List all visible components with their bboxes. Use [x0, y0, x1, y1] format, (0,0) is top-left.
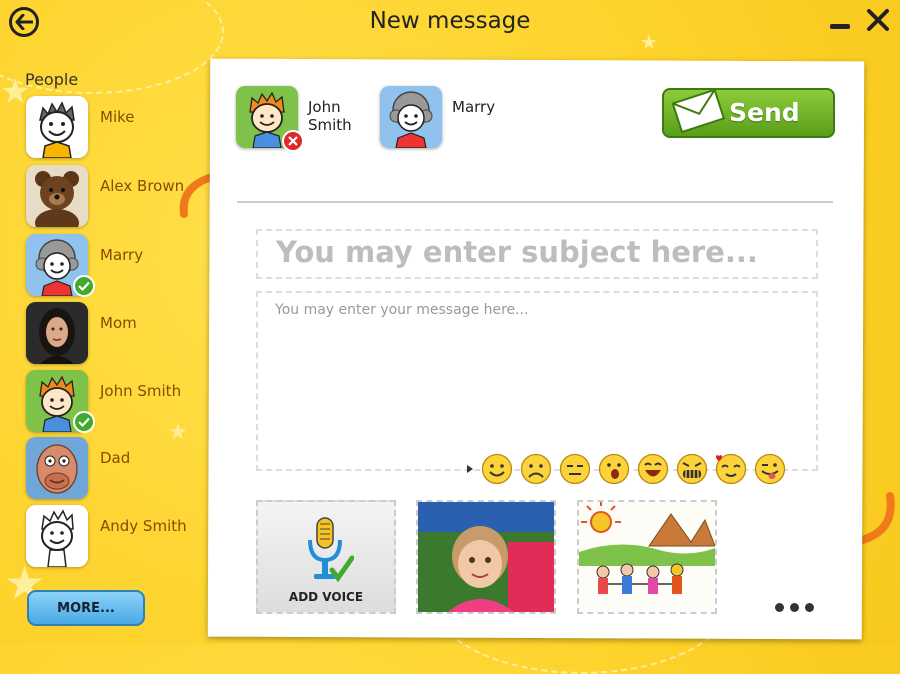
dot-icon [775, 603, 784, 612]
avatar [26, 165, 88, 227]
message-input[interactable]: You may enter your message here... [256, 291, 818, 471]
child-drawing-image [579, 502, 715, 612]
close-icon [867, 9, 889, 31]
sad-emoji-icon[interactable] [520, 453, 552, 485]
person-item-john-smith[interactable]: John Smith [26, 370, 196, 433]
dot-icon [805, 603, 814, 612]
woman-photo-avatar [26, 302, 88, 364]
person-item-mike[interactable]: Mike [26, 96, 196, 158]
person-name: Andy Smith [100, 517, 187, 535]
emoji-picker [465, 452, 793, 486]
add-voice-label: ADD VOICE [288, 590, 364, 604]
person-name: Dad [100, 449, 131, 467]
person-name: Marry [100, 246, 144, 264]
recipient-name: Marry [452, 98, 496, 116]
smile-emoji-icon[interactable] [481, 453, 513, 485]
cartoon-grandma-avatar [380, 86, 442, 148]
wink-tongue-emoji-icon[interactable] [754, 453, 786, 485]
more-button[interactable]: MORE... [27, 590, 145, 626]
person-item-dad[interactable]: Dad [26, 437, 196, 499]
subject-input[interactable]: You may enter subject here... [256, 229, 818, 279]
person-item-andy-smith[interactable]: Andy Smith [26, 505, 196, 567]
surprised-emoji-icon[interactable] [598, 453, 630, 485]
avatar [26, 437, 88, 499]
check-badge-icon [73, 411, 95, 433]
laugh-emoji-icon[interactable] [637, 453, 669, 485]
person-name: John Smith [100, 382, 182, 400]
child-photo-image [418, 502, 554, 612]
recipient-name: John Smith [308, 98, 352, 134]
person-item-marry[interactable]: Marry [26, 234, 196, 297]
send-button[interactable]: Send [662, 88, 835, 138]
cartoon-boy-avatar [26, 505, 88, 567]
cartoon-boy-avatar [26, 96, 88, 158]
remove-recipient-button[interactable] [282, 130, 304, 152]
minimize-button[interactable] [830, 24, 850, 29]
person-item-mom[interactable]: Mom [26, 302, 196, 364]
cartoon-dad-avatar [26, 437, 88, 499]
check-badge-icon [73, 275, 95, 297]
microphone-icon [308, 517, 354, 583]
dot-icon [790, 603, 799, 612]
page-title: New message [369, 8, 531, 34]
more-options-button[interactable] [775, 603, 820, 612]
avatar [380, 86, 442, 148]
close-button[interactable] [864, 6, 892, 34]
avatar [26, 505, 88, 567]
arrow-right-icon [467, 465, 473, 473]
send-label: Send [729, 98, 800, 127]
person-name: Mom [100, 314, 137, 332]
person-item-alex-brown[interactable]: Alex Brown [26, 165, 196, 227]
teddy-bear-avatar [26, 165, 88, 227]
close-icon [288, 136, 298, 146]
divider [237, 201, 833, 203]
avatar [26, 302, 88, 364]
add-voice-button[interactable]: ADD VOICE [256, 500, 396, 614]
photo-attachment[interactable] [416, 500, 556, 614]
envelope-icon [671, 88, 726, 134]
neutral-emoji-icon[interactable] [559, 453, 591, 485]
avatar [26, 96, 88, 158]
drawing-attachment[interactable] [577, 500, 717, 614]
grimace-emoji-icon[interactable] [676, 453, 708, 485]
people-heading: People [25, 70, 79, 89]
person-name: Mike [100, 108, 135, 126]
in-love-emoji-icon[interactable] [715, 453, 747, 485]
